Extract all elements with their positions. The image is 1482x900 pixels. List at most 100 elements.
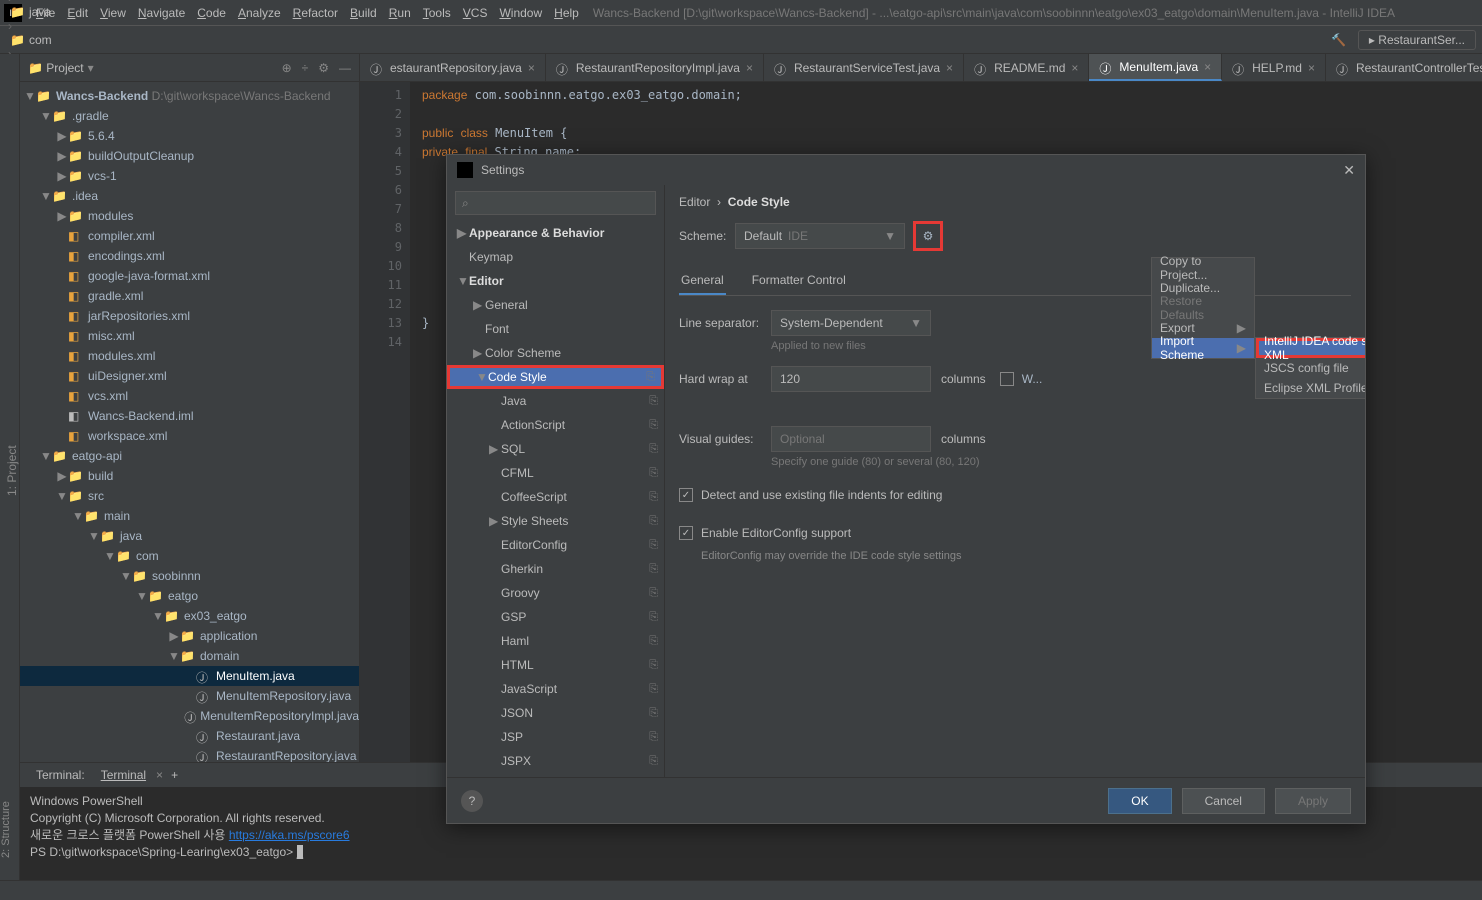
tree-item[interactable]: ◧uiDesigner.xml xyxy=(20,366,359,386)
tree-item[interactable]: ⒿMenuItemRepository.java xyxy=(20,686,359,706)
menu-run[interactable]: Run xyxy=(383,6,417,20)
settings-tree-item[interactable]: Java⎘ xyxy=(447,389,664,413)
tree-item[interactable]: ▼📁main xyxy=(20,506,359,526)
tree-item[interactable]: ⒿRestaurant.java xyxy=(20,726,359,746)
menu-item[interactable]: Copy to Project... xyxy=(1152,258,1254,278)
menu-vcs[interactable]: VCS xyxy=(457,6,494,20)
settings-tree-item[interactable]: JSP⎘ xyxy=(447,725,664,749)
breadcrumb-item[interactable]: 📁com xyxy=(6,33,112,47)
menu-navigate[interactable]: Navigate xyxy=(132,6,191,20)
tree-item[interactable]: ▼📁.idea xyxy=(20,186,359,206)
settings-tree-item[interactable]: ▶Appearance & Behavior xyxy=(447,221,664,245)
terminal-tab-close[interactable]: × xyxy=(156,768,163,782)
build-icon[interactable]: 🔨 xyxy=(1331,33,1346,47)
settings-tree-item[interactable]: ▼Code Style⎘ xyxy=(447,365,664,389)
tree-item[interactable]: ◧compiler.xml xyxy=(20,226,359,246)
structure-tool-tab[interactable]: 2: Structure xyxy=(0,760,20,900)
breadcrumb-item[interactable]: 📁java xyxy=(6,5,112,19)
editorconfig-checkbox[interactable]: ✓ xyxy=(679,526,693,540)
settings-tree-item[interactable]: Gherkin⎘ xyxy=(447,557,664,581)
settings-tree-item[interactable]: EditorConfig⎘ xyxy=(447,533,664,557)
close-icon[interactable]: × xyxy=(946,61,953,75)
tree-item[interactable]: ◧gradle.xml xyxy=(20,286,359,306)
tree-item[interactable]: ◧workspace.xml xyxy=(20,426,359,446)
settings-tree-item[interactable]: Haml⎘ xyxy=(447,629,664,653)
tree-item[interactable]: ▼📁ex03_eatgo xyxy=(20,606,359,626)
menu-help[interactable]: Help xyxy=(548,6,585,20)
settings-tree-item[interactable]: HTML⎘ xyxy=(447,653,664,677)
hide-icon[interactable]: — xyxy=(339,61,351,75)
tree-item[interactable]: ▶📁vcs-1 xyxy=(20,166,359,186)
terminal-tab[interactable]: Terminal xyxy=(93,768,154,782)
wrap-checkbox[interactable] xyxy=(1000,372,1014,386)
tree-item[interactable]: ◧encodings.xml xyxy=(20,246,359,266)
gear-icon[interactable]: ⚙ xyxy=(318,61,329,75)
apply-button[interactable]: Apply xyxy=(1275,788,1351,814)
settings-tree-item[interactable]: Keymap xyxy=(447,245,664,269)
settings-tree-item[interactable]: ▶Color Scheme xyxy=(447,341,664,365)
settings-tree-item[interactable]: Groovy⎘ xyxy=(447,581,664,605)
tree-item[interactable]: ▼📁eatgo-api xyxy=(20,446,359,466)
editor-tab[interactable]: ⒿRestaurantRepositoryImpl.java× xyxy=(546,54,764,81)
settings-tree-item[interactable]: CFML⎘ xyxy=(447,461,664,485)
tab-general[interactable]: General xyxy=(679,267,726,295)
tree-item[interactable]: ◧google-java-format.xml xyxy=(20,266,359,286)
tree-item[interactable]: ◧jarRepositories.xml xyxy=(20,306,359,326)
menu-refactor[interactable]: Refactor xyxy=(287,6,344,20)
submenu-item[interactable]: IntelliJ IDEA code style XML xyxy=(1256,338,1365,358)
menu-build[interactable]: Build xyxy=(344,6,383,20)
settings-tree-item[interactable]: GSP⎘ xyxy=(447,605,664,629)
editor-tab[interactable]: ⒿRestaurantServiceTest.java× xyxy=(764,54,964,81)
settings-tree-item[interactable]: JSON⎘ xyxy=(447,701,664,725)
tree-item[interactable]: ◧vcs.xml xyxy=(20,386,359,406)
tree-item[interactable]: ▶📁modules xyxy=(20,206,359,226)
editor-tab[interactable]: ⒿHELP.md× xyxy=(1222,54,1326,81)
submenu-item[interactable]: Eclipse XML Profile xyxy=(1256,378,1365,398)
close-icon[interactable]: × xyxy=(528,61,535,75)
menu-tools[interactable]: Tools xyxy=(417,6,457,20)
scheme-gear-button[interactable]: ⚙ xyxy=(913,221,943,251)
menu-code[interactable]: Code xyxy=(191,6,232,20)
editor-tab[interactable]: ⒿMenuItem.java× xyxy=(1089,54,1222,81)
editor-tab[interactable]: ⒿestaurantRepository.java× xyxy=(360,54,546,81)
editor-tab[interactable]: ⒿREADME.md× xyxy=(964,54,1089,81)
close-icon[interactable]: ✕ xyxy=(1343,162,1355,179)
settings-tree-item[interactable]: CoffeeScript⎘ xyxy=(447,485,664,509)
tree-item[interactable]: ▼📁com xyxy=(20,546,359,566)
close-icon[interactable]: × xyxy=(1071,61,1078,75)
settings-tree-item[interactable]: Font xyxy=(447,317,664,341)
settings-search-input[interactable]: ⌕ xyxy=(455,191,656,215)
terminal-add-tab[interactable]: + xyxy=(171,768,178,782)
close-icon[interactable]: × xyxy=(746,61,753,75)
settings-tree-item[interactable]: JSPX⎘ xyxy=(447,749,664,773)
tree-item[interactable]: ▼📁src xyxy=(20,486,359,506)
project-tool-tab[interactable]: 1: Project xyxy=(5,70,19,872)
detect-indents-checkbox[interactable]: ✓ xyxy=(679,488,693,502)
submenu-item[interactable]: JSCS config file xyxy=(1256,358,1365,378)
tree-item[interactable]: ▶📁buildOutputCleanup xyxy=(20,146,359,166)
settings-tree-item[interactable]: JavaScript⎘ xyxy=(447,677,664,701)
close-icon[interactable]: × xyxy=(1308,61,1315,75)
tree-item[interactable]: ▼📁domain xyxy=(20,646,359,666)
tree-item[interactable]: ▶📁5.6.4 xyxy=(20,126,359,146)
settings-tree-item[interactable]: ▶SQL⎘ xyxy=(447,437,664,461)
hard-wrap-input[interactable]: 120 xyxy=(771,366,931,392)
tree-item[interactable]: ⒿMenuItemRepositoryImpl.java xyxy=(20,706,359,726)
tree-item[interactable]: ▼📁soobinnn xyxy=(20,566,359,586)
tab-formatter-control[interactable]: Formatter Control xyxy=(750,267,848,295)
line-separator-select[interactable]: System-Dependent ▼ xyxy=(771,310,931,336)
settings-tree-item[interactable]: ActionScript⎘ xyxy=(447,413,664,437)
settings-tree-item[interactable]: ▶Style Sheets⎘ xyxy=(447,509,664,533)
help-button[interactable]: ? xyxy=(461,790,483,812)
tree-item[interactable]: ◧modules.xml xyxy=(20,346,359,366)
menu-item[interactable]: Import Scheme▶ xyxy=(1152,338,1254,358)
settings-tree-item[interactable]: ▼Editor xyxy=(447,269,664,293)
menu-window[interactable]: Window xyxy=(493,6,548,20)
tree-item[interactable]: ▼📁.gradle xyxy=(20,106,359,126)
tree-item[interactable]: ▼📁java xyxy=(20,526,359,546)
tree-item[interactable]: ◧Wancs-Backend.iml xyxy=(20,406,359,426)
locate-icon[interactable]: ⊕ xyxy=(282,61,292,75)
tree-item[interactable]: ◧misc.xml xyxy=(20,326,359,346)
close-icon[interactable]: × xyxy=(1204,60,1211,74)
run-config-selector[interactable]: ▸ RestaurantSer... xyxy=(1358,30,1476,50)
